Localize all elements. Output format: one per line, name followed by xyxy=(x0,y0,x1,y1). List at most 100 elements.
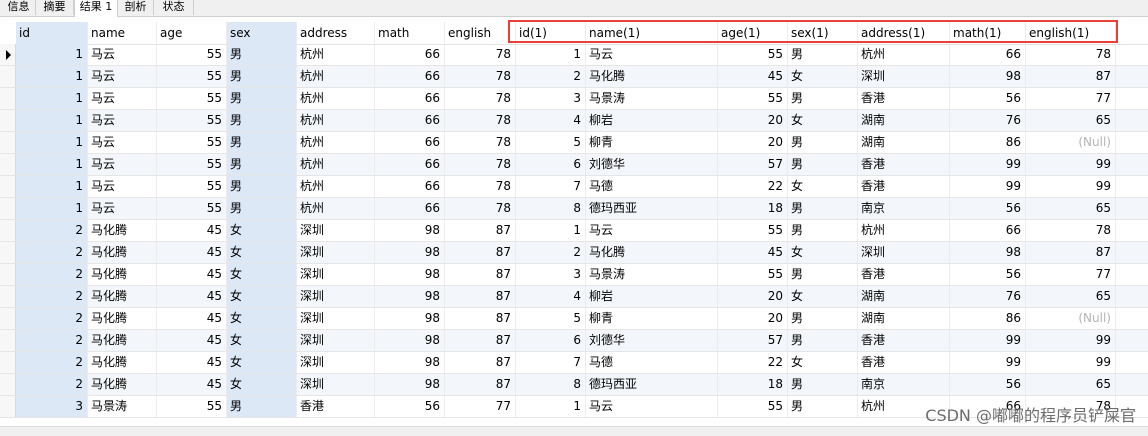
table-cell[interactable]: 马云 xyxy=(586,396,718,417)
table-cell[interactable]: 男 xyxy=(227,396,297,417)
table-cell[interactable]: 77 xyxy=(1026,264,1116,285)
row-indicator[interactable] xyxy=(0,308,16,329)
table-row[interactable]: 2 马化腾 45 女深圳 98 87 5 柳青 20 男湖南 86 (Null) xyxy=(0,308,1148,330)
table-cell[interactable]: 98 xyxy=(375,242,445,263)
table-cell[interactable]: 99 xyxy=(1026,330,1116,351)
column-header[interactable]: name xyxy=(88,22,157,44)
table-cell[interactable]: 99 xyxy=(1026,176,1116,197)
table-cell[interactable]: 20 xyxy=(718,286,788,307)
table-cell[interactable]: 女 xyxy=(227,264,297,285)
table-cell[interactable]: 98 xyxy=(950,66,1026,87)
column-header[interactable]: sex(1) xyxy=(788,22,858,44)
table-cell[interactable]: 男 xyxy=(788,198,858,219)
table-cell[interactable]: 87 xyxy=(1026,66,1116,87)
table-cell[interactable]: (Null) xyxy=(1026,308,1116,329)
table-cell[interactable]: 45 xyxy=(718,66,788,87)
table-cell[interactable]: 87 xyxy=(445,330,516,351)
table-cell[interactable]: 女 xyxy=(788,110,858,131)
table-cell[interactable]: 78 xyxy=(1026,44,1116,65)
table-cell[interactable]: 8 xyxy=(516,374,586,395)
table-cell[interactable]: 78 xyxy=(445,88,516,109)
table-cell[interactable]: 马云 xyxy=(586,220,718,241)
table-cell[interactable]: 45 xyxy=(718,242,788,263)
table-cell[interactable]: 马云 xyxy=(88,44,157,65)
table-cell[interactable]: 55 xyxy=(718,264,788,285)
table-cell[interactable]: 78 xyxy=(445,110,516,131)
table-cell[interactable]: 香港 xyxy=(858,154,950,175)
table-row[interactable]: 1 马云 55 男杭州 66 78 6 刘德华 57 男香港 99 99 xyxy=(0,154,1148,176)
table-cell[interactable]: 马景涛 xyxy=(88,396,157,417)
table-cell[interactable]: 55 xyxy=(157,154,227,175)
table-cell[interactable]: 马云 xyxy=(88,110,157,131)
table-cell[interactable]: 马云 xyxy=(88,198,157,219)
table-cell[interactable]: 深圳 xyxy=(297,220,375,241)
table-row[interactable]: 2 马化腾 45 女深圳 98 87 3 马景涛 55 男香港 56 77 xyxy=(0,264,1148,286)
tab-profile[interactable]: 剖析 xyxy=(118,0,154,15)
table-cell[interactable]: 杭州 xyxy=(297,66,375,87)
table-cell[interactable]: (Null) xyxy=(1026,132,1116,153)
table-cell[interactable]: 2 xyxy=(16,352,88,373)
row-indicator[interactable] xyxy=(0,220,16,241)
table-cell[interactable]: 男 xyxy=(227,132,297,153)
table-cell[interactable]: 马化腾 xyxy=(88,374,157,395)
table-cell[interactable]: 55 xyxy=(718,44,788,65)
table-cell[interactable]: 55 xyxy=(157,396,227,417)
table-cell[interactable]: 1 xyxy=(516,44,586,65)
table-cell[interactable]: 杭州 xyxy=(297,176,375,197)
table-cell[interactable]: 湖南 xyxy=(858,132,950,153)
table-cell[interactable]: 男 xyxy=(227,66,297,87)
row-indicator[interactable] xyxy=(0,198,16,219)
row-indicator[interactable] xyxy=(0,110,16,131)
table-cell[interactable]: 7 xyxy=(516,176,586,197)
column-header[interactable]: sex xyxy=(227,22,297,44)
table-cell[interactable]: 18 xyxy=(718,198,788,219)
table-cell[interactable]: 女 xyxy=(227,242,297,263)
table-cell[interactable]: 马景涛 xyxy=(586,264,718,285)
table-cell[interactable]: 3 xyxy=(516,264,586,285)
table-cell[interactable]: 78 xyxy=(445,44,516,65)
table-cell[interactable]: 杭州 xyxy=(858,220,950,241)
table-cell[interactable]: 马化腾 xyxy=(88,330,157,351)
table-cell[interactable]: 76 xyxy=(950,110,1026,131)
table-cell[interactable]: 马云 xyxy=(88,88,157,109)
table-cell[interactable]: 57 xyxy=(718,330,788,351)
table-cell[interactable]: 杭州 xyxy=(858,44,950,65)
table-cell[interactable]: 99 xyxy=(950,352,1026,373)
table-cell[interactable]: 1 xyxy=(16,110,88,131)
table-cell[interactable]: 78 xyxy=(445,154,516,175)
table-cell[interactable]: 女 xyxy=(788,66,858,87)
table-cell[interactable]: 5 xyxy=(516,132,586,153)
table-cell[interactable]: 87 xyxy=(445,220,516,241)
row-indicator[interactable] xyxy=(0,176,16,197)
table-cell[interactable]: 98 xyxy=(375,264,445,285)
table-cell[interactable]: 德玛西亚 xyxy=(586,198,718,219)
row-indicator[interactable] xyxy=(0,88,16,109)
table-cell[interactable]: 98 xyxy=(375,374,445,395)
table-cell[interactable]: 65 xyxy=(1026,286,1116,307)
table-cell[interactable]: 男 xyxy=(227,110,297,131)
table-row[interactable]: 1 马云 55 男杭州 66 78 4 柳岩 20 女湖南 76 65 xyxy=(0,110,1148,132)
table-cell[interactable]: 男 xyxy=(227,176,297,197)
tab-status[interactable]: 状态 xyxy=(154,0,194,15)
table-row[interactable]: 1 马云 55 男杭州 66 78 1 马云 55 男杭州 66 78 xyxy=(0,44,1148,66)
table-cell[interactable]: 5 xyxy=(516,308,586,329)
table-cell[interactable]: 香港 xyxy=(858,352,950,373)
table-cell[interactable]: 香港 xyxy=(858,264,950,285)
table-cell[interactable]: 3 xyxy=(516,88,586,109)
table-cell[interactable]: 女 xyxy=(788,352,858,373)
row-indicator[interactable] xyxy=(0,264,16,285)
table-cell[interactable]: 男 xyxy=(788,220,858,241)
table-cell[interactable]: 45 xyxy=(157,330,227,351)
table-cell[interactable]: 78 xyxy=(445,176,516,197)
table-cell[interactable]: 深圳 xyxy=(297,286,375,307)
table-cell[interactable]: 2 xyxy=(16,264,88,285)
table-cell[interactable]: 男 xyxy=(227,198,297,219)
table-cell[interactable]: 2 xyxy=(16,220,88,241)
table-cell[interactable]: 66 xyxy=(375,66,445,87)
table-cell[interactable]: 3 xyxy=(16,396,88,417)
table-cell[interactable]: 马景涛 xyxy=(586,88,718,109)
table-row[interactable]: 1 马云 55 男杭州 66 78 7 马德 22 女香港 99 99 xyxy=(0,176,1148,198)
table-cell[interactable]: 女 xyxy=(227,330,297,351)
tab-info[interactable]: 信息 xyxy=(2,0,36,15)
table-row[interactable]: 2 马化腾 45 女深圳 98 87 2 马化腾 45 女深圳 98 87 xyxy=(0,242,1148,264)
